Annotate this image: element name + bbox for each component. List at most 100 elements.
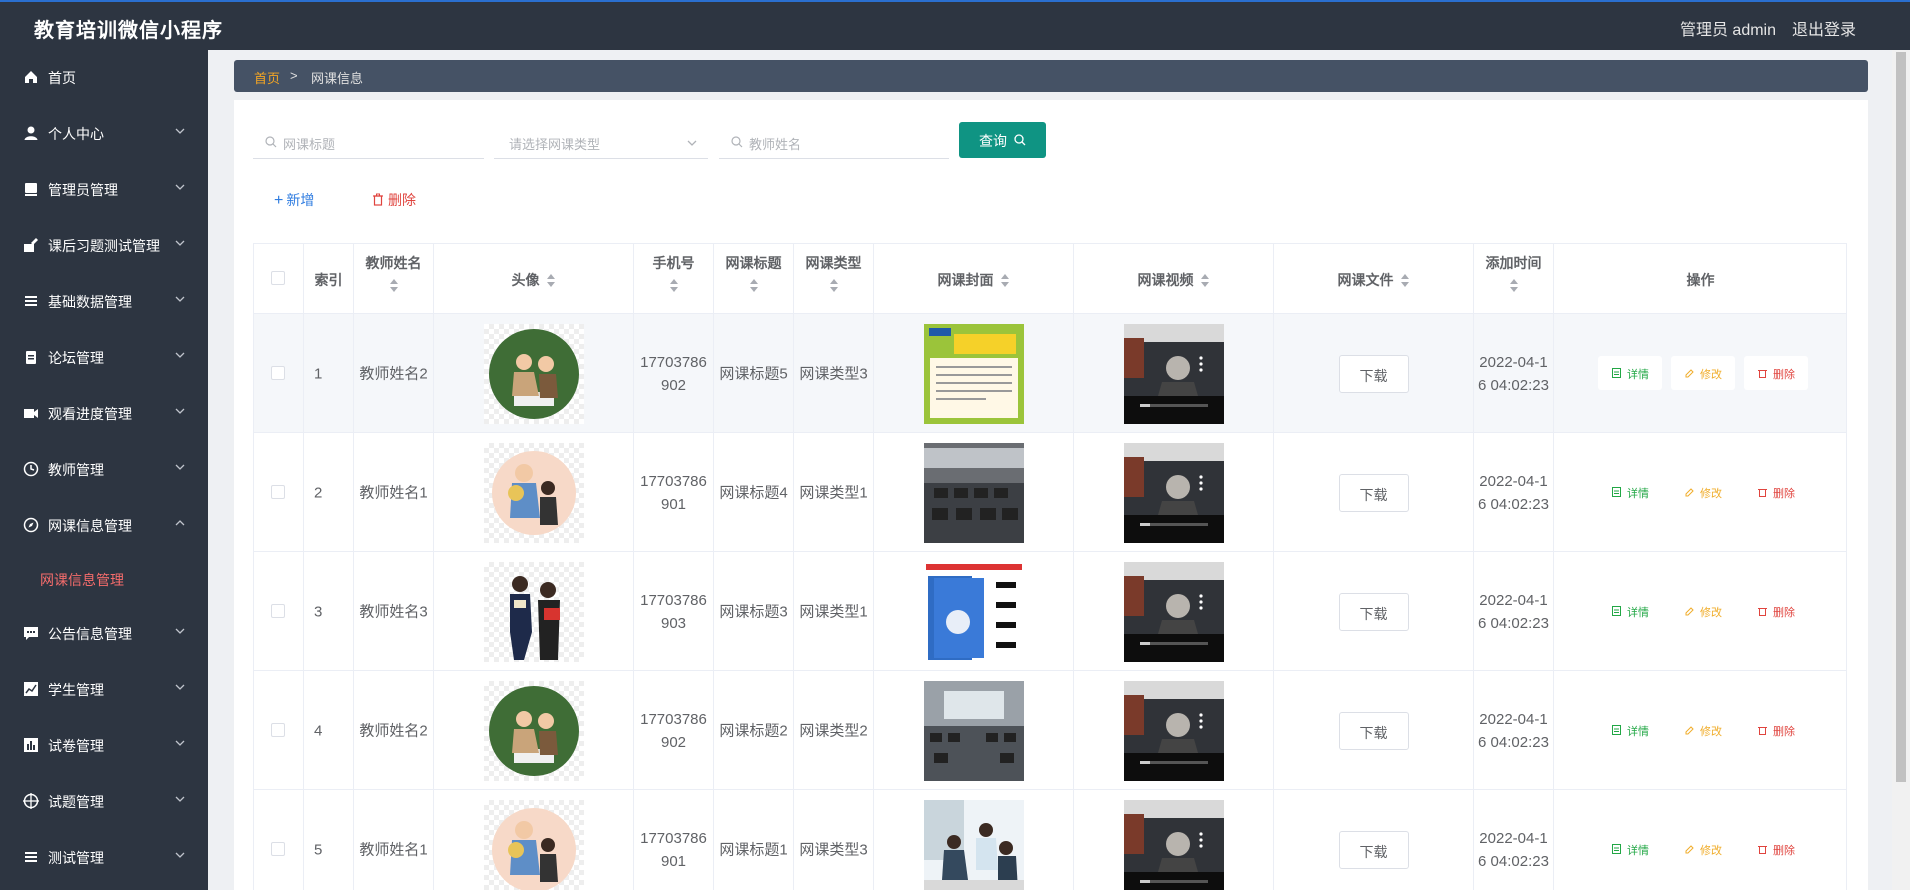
row-checkbox[interactable]: [271, 604, 285, 618]
sidebar-item-10[interactable]: 学生管理: [0, 669, 208, 709]
course-video-player[interactable]: [1123, 323, 1224, 424]
logout-link[interactable]: 退出登录: [1792, 16, 1856, 40]
detail-button[interactable]: 详情: [1598, 356, 1662, 390]
camera-icon: [24, 409, 38, 418]
cell-ops: 详情 修改 删除: [1554, 433, 1846, 552]
cell-check: [254, 314, 304, 433]
detail-button[interactable]: 详情: [1598, 832, 1662, 866]
course-video-player[interactable]: [1123, 799, 1224, 890]
sort-icon[interactable]: [546, 274, 556, 288]
table-row[interactable]: 1 教师姓名2 17703786902 网课标题5 网课类型3 下载 2022-04-16 …: [254, 314, 1846, 433]
clipboard-icon: [26, 351, 36, 364]
download-button[interactable]: 下载: [1338, 473, 1409, 512]
header-phone[interactable]: 手机号: [634, 244, 714, 314]
sort-icon[interactable]: [1400, 274, 1410, 288]
sort-icon[interactable]: [1509, 279, 1519, 293]
sidebar-item-12[interactable]: 试题管理: [0, 781, 208, 821]
cell-course-type: 网课类型1: [794, 552, 874, 671]
row-checkbox[interactable]: [271, 485, 285, 499]
document-icon: [1612, 844, 1621, 854]
sidebar-item-11[interactable]: 试卷管理: [0, 725, 208, 765]
sidebar-item-3[interactable]: 课后习题测试管理: [0, 225, 208, 265]
add-button[interactable]: + 新增: [274, 190, 314, 214]
table-row[interactable]: 5 教师姓名1 17703786901 网课标题1 网课类型3 下载 2022-04-16 …: [254, 790, 1846, 890]
header-label-wrap: 头像: [434, 270, 633, 290]
download-button[interactable]: 下载: [1338, 354, 1409, 393]
trash-icon: [1758, 370, 1767, 378]
delete-button[interactable]: 删除: [1744, 594, 1808, 628]
sidebar-subitem-course-info[interactable]: 网课信息管理: [0, 559, 208, 599]
sidebar-item-4[interactable]: 基础数据管理: [0, 281, 208, 321]
sort-icon[interactable]: [669, 279, 679, 293]
table-row[interactable]: 3 教师姓名3 17703786903 网课标题3 网课类型1 下载 2022-04-16 …: [254, 552, 1846, 671]
course-video-player[interactable]: [1123, 561, 1224, 662]
cell-index: 2: [304, 433, 354, 552]
cell-avatar: [434, 314, 634, 433]
select-all-checkbox[interactable]: [271, 271, 285, 285]
course-video-player[interactable]: [1123, 442, 1224, 543]
header-added[interactable]: 添加时间: [1474, 244, 1554, 314]
sidebar-item-label: 网课信息管理: [48, 518, 132, 534]
cell-text: 教师姓名3: [359, 603, 428, 620]
detail-button[interactable]: 详情: [1598, 594, 1662, 628]
search-teacher-input[interactable]: 教师姓名: [719, 125, 949, 159]
sidebar-item-0[interactable]: 首页: [0, 57, 208, 97]
sidebar-item-9[interactable]: 公告信息管理: [0, 613, 208, 653]
sidebar-item-1[interactable]: 个人中心: [0, 113, 208, 153]
breadcrumb-home[interactable]: 首页: [254, 68, 280, 87]
sidebar-item-2[interactable]: 管理员管理: [0, 169, 208, 209]
delete-button[interactable]: 删除: [1744, 832, 1808, 866]
header-file[interactable]: 网课文件: [1274, 244, 1474, 314]
header-label: 网课视频: [1137, 272, 1194, 288]
download-button[interactable]: 下载: [1338, 711, 1409, 750]
download-button[interactable]: 下载: [1338, 830, 1409, 869]
edit-button[interactable]: 修改: [1671, 832, 1735, 866]
delete-button[interactable]: 删除: [1744, 713, 1808, 747]
sort-icon[interactable]: [1000, 274, 1010, 288]
search-title-placeholder: 网课标题: [283, 137, 336, 152]
edit-button[interactable]: 修改: [1671, 713, 1735, 747]
edit-button[interactable]: 修改: [1671, 356, 1735, 390]
header-video[interactable]: 网课视频: [1074, 244, 1274, 314]
edit-button[interactable]: 修改: [1671, 475, 1735, 509]
scrollbar[interactable]: [1892, 50, 1910, 890]
sidebar-item-8[interactable]: 网课信息管理: [0, 505, 208, 545]
sort-icon[interactable]: [749, 279, 759, 293]
header-course-title[interactable]: 网课标题: [714, 244, 794, 314]
download-button[interactable]: 下载: [1338, 592, 1409, 631]
sidebar-item-5[interactable]: 论坛管理: [0, 337, 208, 377]
document-icon: [1612, 368, 1621, 378]
delete-button[interactable]: 删除: [1744, 356, 1808, 390]
header-avatar[interactable]: 头像: [434, 244, 634, 314]
header-cover[interactable]: 网课封面: [874, 244, 1074, 314]
course-video-player[interactable]: [1123, 680, 1224, 781]
cell-check: [254, 552, 304, 671]
scrollbar-thumb[interactable]: [1896, 52, 1906, 782]
sidebar-item-6[interactable]: 观看进度管理: [0, 393, 208, 433]
sidebar-item-13[interactable]: 测试管理: [0, 837, 208, 877]
detail-button[interactable]: 详情: [1598, 475, 1662, 509]
course-type-select[interactable]: 请选择网课类型: [494, 125, 708, 159]
cell-video: [1074, 433, 1274, 552]
sort-icon[interactable]: [389, 279, 399, 293]
row-checkbox[interactable]: [271, 366, 285, 380]
header-teacher[interactable]: 教师姓名: [354, 244, 434, 314]
cell-text: 教师姓名2: [359, 722, 428, 739]
detail-button[interactable]: 详情: [1598, 713, 1662, 747]
header-label: 手机号: [652, 255, 695, 271]
cell-teacher: 教师姓名2: [354, 314, 434, 433]
edit-icon: [1685, 726, 1694, 735]
sort-icon[interactable]: [1200, 274, 1210, 288]
row-checkbox[interactable]: [271, 723, 285, 737]
row-checkbox[interactable]: [271, 842, 285, 856]
table-row[interactable]: 4 教师姓名2 17703786902 网课标题2 网课类型2 下载 2022-04-16 …: [254, 671, 1846, 790]
sidebar-item-7[interactable]: 教师管理: [0, 449, 208, 489]
table-row[interactable]: 2 教师姓名1 17703786901 网课标题4 网课类型1 下载 2022-04-16 …: [254, 433, 1846, 552]
sort-icon[interactable]: [829, 279, 839, 293]
batch-delete-button[interactable]: 删除: [372, 190, 416, 214]
search-title-input[interactable]: 网课标题: [253, 125, 484, 159]
edit-button[interactable]: 修改: [1671, 594, 1735, 628]
header-course-type[interactable]: 网课类型: [794, 244, 874, 314]
delete-button[interactable]: 删除: [1744, 475, 1808, 509]
query-button[interactable]: 查询: [959, 122, 1046, 158]
